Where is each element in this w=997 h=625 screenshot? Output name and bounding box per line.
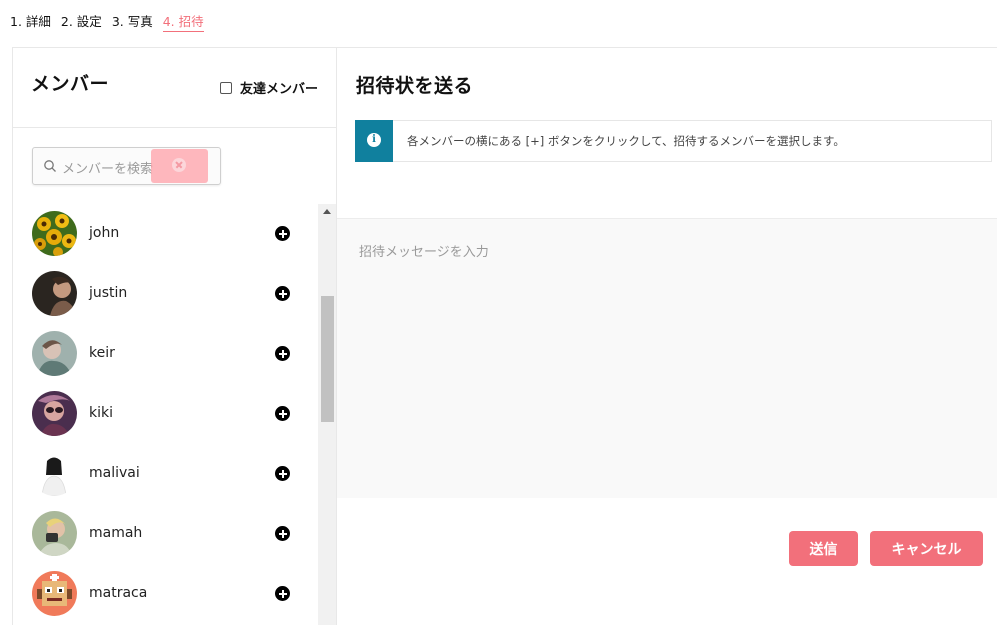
member-name: justin [89,285,128,301]
cancel-button[interactable]: キャンセル [870,531,983,566]
friend-members-label: 友達メンバー [240,82,319,97]
avatar [32,511,77,556]
info-icon-block: i [355,120,393,162]
member-name: mamah [89,525,143,541]
member-row: kiki [13,384,318,444]
member-row: matraca [13,564,318,624]
invite-message-textarea[interactable]: 招待メッセージを入力 [337,218,997,498]
member-name: matraca [89,585,148,601]
members-header: メンバー 友達メンバー [13,48,337,128]
member-row: justin [13,264,318,324]
member-row: mamah [13,504,318,564]
member-list-scrollbar[interactable] [318,204,336,625]
clear-icon [172,158,186,172]
info-text: 各メンバーの横にある [+] ボタンをクリックして、招待するメンバーを選択します… [407,134,845,148]
member-row: malivai [13,444,318,504]
member-name: keir [89,345,115,361]
member-search-input[interactable]: メンバーを検索 [62,158,153,177]
friend-members-checkbox[interactable] [220,81,232,94]
add-member-button[interactable] [275,526,290,541]
step-settings[interactable]: 2. 設定 [61,11,102,32]
step-photos[interactable]: 3. 写真 [112,11,153,32]
invite-panel: メンバー 友達メンバー メンバーを検索 john justin keir kik… [12,47,997,625]
step-breadcrumb: 1. 詳細 2. 設定 3. 写真 4. 招待 [10,11,214,32]
avatar [32,451,77,496]
members-title: メンバー [31,73,110,95]
avatar [32,211,77,256]
member-search-box[interactable]: メンバーを検索 [32,147,221,185]
send-button[interactable]: 送信 [789,531,858,566]
member-row: keir [13,324,318,384]
member-row: john [13,204,318,264]
add-member-button[interactable] [275,226,290,241]
info-notice: i 各メンバーの横にある [+] ボタンをクリックして、招待するメンバーを選択し… [355,120,992,162]
add-member-button[interactable] [275,466,290,481]
add-member-button[interactable] [275,346,290,361]
info-icon: i [367,133,381,147]
step-details[interactable]: 1. 詳細 [10,11,51,32]
avatar [32,571,77,616]
members-panel: メンバー 友達メンバー メンバーを検索 john justin keir kik… [13,48,337,625]
avatar [32,391,77,436]
add-member-button[interactable] [275,406,290,421]
avatar [32,271,77,316]
member-name: malivai [89,465,140,481]
member-name: john [89,225,120,241]
friend-members-filter[interactable]: 友達メンバー [220,78,318,97]
clear-search-button[interactable] [151,149,208,183]
avatar [32,331,77,376]
add-member-button[interactable] [275,286,290,301]
scrollbar-thumb[interactable] [321,296,334,422]
step-invite[interactable]: 4. 招待 [162,11,204,32]
scroll-up-arrow-icon[interactable] [323,209,331,214]
add-member-button[interactable] [275,586,290,601]
invite-title: 招待状を送る [356,75,474,97]
member-name: kiki [89,405,113,421]
invite-message-placeholder: 招待メッセージを入力 [359,245,489,260]
member-list: john justin keir kiki malivai mamah matr… [13,204,318,625]
search-icon [44,160,56,172]
